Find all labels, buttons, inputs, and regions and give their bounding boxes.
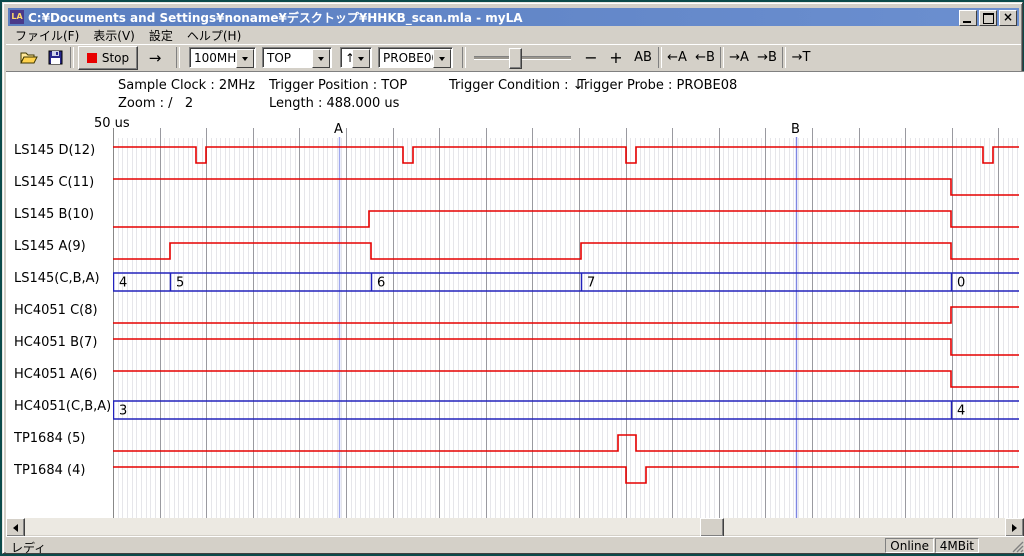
window-title: C:¥Documents and Settings¥noname¥デスクトップ¥… <box>28 9 523 26</box>
open-file-button[interactable] <box>18 47 40 68</box>
menu-help[interactable]: ヘルプ(H) <box>180 26 248 45</box>
goto-marker-a-button[interactable]: ←A <box>664 47 690 68</box>
channel-label: TP1684 (4) <box>14 463 110 479</box>
desktop: LA C:¥Documents and Settings¥noname¥デスクト… <box>0 0 1024 556</box>
trigger-edge-combo[interactable]: ↑ <box>340 47 372 68</box>
trigger-position-combo[interactable]: TOP <box>262 47 332 68</box>
set-marker-a-button[interactable]: →A <box>726 47 752 68</box>
bus-value: 6 <box>377 276 385 291</box>
info-trigger-probe: Trigger Probe : PROBE08 <box>578 78 737 93</box>
bus-value: 3 <box>119 404 127 419</box>
channel-label: LS145 C(11) <box>14 175 110 191</box>
floppy-disk-icon <box>48 50 63 65</box>
title-bar[interactable]: LA C:¥Documents and Settings¥noname¥デスクト… <box>8 8 1019 26</box>
channel-label: LS145 A(9) <box>14 239 110 255</box>
open-folder-icon <box>20 50 38 65</box>
goto-trigger-button[interactable]: →T <box>788 47 814 68</box>
right-arrow-icon <box>1012 524 1021 532</box>
chevron-down-icon[interactable] <box>352 49 370 68</box>
bus-value: 0 <box>957 276 965 291</box>
left-arrow-icon <box>9 524 18 532</box>
bus-value: 5 <box>176 276 184 291</box>
channel-label: LS145 B(10) <box>14 207 110 223</box>
app-icon: LA <box>10 10 24 24</box>
app-window: LA C:¥Documents and Settings¥noname¥デスクト… <box>2 2 1023 554</box>
menu-file[interactable]: ファイル(F) <box>8 26 86 45</box>
chevron-down-icon[interactable] <box>433 49 451 68</box>
trigger-probe-combo[interactable]: PROBE00 <box>378 47 453 68</box>
scrollbar-thumb[interactable] <box>700 518 724 537</box>
info-sample-clock: Sample Clock : 2MHz <box>118 78 255 93</box>
toolbar-separator <box>720 47 724 68</box>
sample-clock-combo[interactable]: 100MHz <box>189 47 256 68</box>
info-trigger-position: Trigger Position : TOP <box>269 78 407 93</box>
zoom-slider-handle[interactable] <box>509 48 522 69</box>
bus-value: 7 <box>587 276 595 291</box>
trigger-probe-value: PROBE00 <box>383 51 439 65</box>
run-button[interactable]: → <box>142 47 168 68</box>
channel-label: HC4051 C(8) <box>14 303 110 319</box>
channel-label: TP1684 (5) <box>14 431 110 447</box>
chevron-down-icon[interactable] <box>236 49 254 68</box>
save-button[interactable] <box>44 47 66 68</box>
stop-icon <box>87 53 97 63</box>
close-icon: × <box>1003 11 1013 23</box>
chevron-down-icon[interactable] <box>312 49 330 68</box>
minimize-button[interactable] <box>959 10 977 26</box>
toolbar-separator <box>658 47 662 68</box>
goto-marker-b-button[interactable]: ←B <box>692 47 718 68</box>
stop-label: Stop <box>102 51 129 65</box>
toolbar-separator <box>176 47 180 68</box>
channel-label: HC4051 A(6) <box>14 367 110 383</box>
zoom-slider-track[interactable] <box>474 56 571 60</box>
maximize-icon <box>983 13 994 24</box>
toolbar-separator <box>782 47 786 68</box>
resize-grip[interactable] <box>1011 540 1024 553</box>
status-bar: レディ Online 4MBit <box>6 536 1024 553</box>
info-length: Length : 488.000 us <box>269 96 399 111</box>
waveform-plot[interactable]: 4 5 6 7 0 3 4 <box>113 128 1019 519</box>
channel-label: HC4051(C,B,A) <box>14 399 110 415</box>
channel-label: LS145(C,B,A) <box>14 271 110 287</box>
menu-settings[interactable]: 設定 <box>142 26 180 45</box>
horizontal-scrollbar[interactable] <box>6 518 1024 535</box>
status-online-badge: Online <box>885 538 934 553</box>
channel-label: HC4051 B(7) <box>14 335 110 351</box>
scroll-left-button[interactable] <box>6 518 25 537</box>
menu-bar: ファイル(F) 表示(V) 設定 ヘルプ(H) <box>8 27 1019 44</box>
toolbar-separator <box>70 47 74 68</box>
status-ready-text: レディ <box>11 539 46 556</box>
toolbar-separator <box>462 47 466 68</box>
info-zoom: Zoom : / 2 <box>118 96 193 111</box>
status-memory-badge: 4MBit <box>935 538 979 553</box>
info-trigger-condition: Trigger Condition : ↓ <box>449 78 584 93</box>
bus-value: 4 <box>957 404 965 419</box>
zoom-out-button[interactable]: − <box>580 47 602 68</box>
channel-label: LS145 D(12) <box>14 143 110 159</box>
close-button[interactable]: × <box>999 10 1017 26</box>
bus-value: 4 <box>119 276 127 291</box>
toolbar: Stop → 100MHz TOP ↑ PROBE00 <box>6 44 1021 71</box>
maximize-button[interactable] <box>979 10 997 26</box>
waveform-client-area: Sample Clock : 2MHz Trigger Position : T… <box>6 71 1024 518</box>
set-marker-b-button[interactable]: →B <box>754 47 780 68</box>
stop-button[interactable]: Stop <box>78 46 138 70</box>
zoom-ab-button[interactable]: AB <box>630 47 656 68</box>
menu-view[interactable]: 表示(V) <box>86 26 142 45</box>
minimize-icon <box>963 21 971 23</box>
trigger-position-value: TOP <box>267 51 291 65</box>
zoom-in-button[interactable]: + <box>605 47 627 68</box>
scroll-right-button[interactable] <box>1005 518 1024 537</box>
